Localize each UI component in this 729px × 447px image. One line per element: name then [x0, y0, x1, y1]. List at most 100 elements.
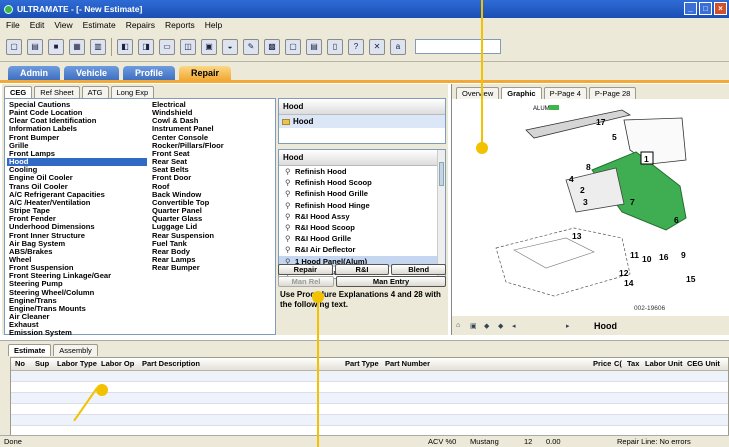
print-graphic-icon[interactable]: ▣ [470, 322, 478, 330]
subtab-long-exp[interactable]: Long Exp [110, 86, 155, 98]
category-item[interactable]: Roof [150, 183, 275, 191]
col-part-description[interactable]: Part Description [142, 358, 200, 370]
callout-number[interactable]: 15 [686, 274, 696, 284]
callout-number[interactable]: 4 [569, 174, 574, 184]
callout-number[interactable]: 12 [619, 268, 629, 278]
callout-number[interactable]: 11 [630, 250, 639, 260]
col-ceg-unit[interactable]: CEG Unit [687, 358, 720, 370]
table-row[interactable] [11, 404, 728, 415]
category-item[interactable]: Cowl & Dash [150, 117, 275, 125]
zoom-in-icon[interactable]: ◆ [484, 322, 492, 330]
tab-profile[interactable]: Profile [123, 66, 176, 80]
operation-item[interactable]: ⚲ R&I Hood Grille [279, 233, 445, 244]
category-item[interactable]: Grille [7, 142, 147, 150]
tab-assembly[interactable]: Assembly [53, 344, 98, 356]
category-item[interactable]: Front Fender [7, 215, 147, 223]
help-icon[interactable]: ? [348, 38, 364, 55]
category-item[interactable]: Engine Oil Cooler [7, 174, 147, 182]
category-item[interactable]: Fuel Tank [150, 240, 275, 248]
callout-number[interactable]: 7 [630, 197, 635, 207]
category-item[interactable]: Rear Bumper [150, 264, 275, 272]
category-item[interactable]: Rear Body [150, 248, 275, 256]
calculator-icon[interactable]: ▩ [264, 38, 280, 55]
col-tax[interactable]: Tax [627, 358, 639, 370]
tab-vehicle[interactable]: Vehicle [64, 66, 120, 80]
col-no[interactable]: No [15, 358, 25, 370]
category-item[interactable]: Clear Coat Identification [7, 117, 147, 125]
category-item[interactable]: Air Bag System [7, 240, 147, 248]
toolbar-input[interactable] [415, 39, 501, 54]
col-labor-op[interactable]: Labor Op [101, 358, 134, 370]
callout-number[interactable]: 8 [586, 162, 591, 172]
category-item[interactable]: Exhaust [7, 321, 147, 329]
menu-reports[interactable]: Reports [165, 20, 195, 30]
category-item[interactable]: Luggage Lid [150, 223, 275, 231]
category-item[interactable]: Trans Oil Cooler [7, 183, 147, 191]
category-item[interactable]: Front Suspension [7, 264, 147, 272]
callout-number[interactable]: 2 [580, 185, 585, 195]
category-item[interactable]: Seat Belts [150, 166, 275, 174]
category-item[interactable]: Stripe Tape [7, 207, 147, 215]
next-icon[interactable]: ▸ [566, 322, 574, 330]
table-row[interactable] [11, 371, 728, 382]
col-part-type[interactable]: Part Type [345, 358, 379, 370]
save-icon[interactable]: ■ [48, 38, 64, 55]
tab-repair[interactable]: Repair [179, 66, 232, 80]
repair-button[interactable]: Repair [278, 264, 333, 275]
col-labor-unit[interactable]: Labor Unit [645, 358, 683, 370]
category-item[interactable]: Information Labels [7, 125, 147, 133]
category-item[interactable]: A/C Refrigerant Capacities [7, 191, 147, 199]
category-item[interactable]: Engine/Trans Mounts [7, 305, 147, 313]
ri-button[interactable]: R&I [334, 264, 390, 275]
split-icon[interactable]: ◫ [180, 38, 196, 55]
tools-icon[interactable]: ✕ [369, 38, 385, 55]
category-item[interactable]: Quarter Panel [150, 207, 275, 215]
callout-number[interactable]: 9 [681, 250, 686, 260]
tab-graphic[interactable]: Graphic [501, 87, 542, 99]
subtab-ref-sheet[interactable]: Ref Sheet [34, 86, 80, 98]
category-item[interactable]: Center Console [150, 134, 275, 142]
man-entry-button[interactable]: Man Entry [336, 276, 446, 287]
category-item[interactable]: Front Door [150, 174, 275, 182]
hood-folder-item[interactable]: Hood [279, 115, 445, 128]
operation-item[interactable]: ⚲ R&I Hood Assy [279, 211, 445, 222]
table-row[interactable] [11, 415, 728, 426]
man-rel-button[interactable]: Man Rel [278, 276, 334, 287]
operation-item[interactable]: ⚲ Refinish Hood [279, 166, 445, 177]
category-item[interactable]: Emission System [7, 329, 147, 337]
operations-scrollbar[interactable] [437, 150, 445, 278]
document-icon[interactable]: ▯ [327, 38, 343, 55]
category-item[interactable]: Rear Lamps [150, 256, 275, 264]
category-item[interactable]: ABS/Brakes [7, 248, 147, 256]
preview-icon[interactable]: ▥ [90, 38, 106, 55]
category-item[interactable]: Quarter Glass [150, 215, 275, 223]
category-item[interactable]: Steering Wheel/Column [7, 289, 147, 297]
category-item[interactable]: Front Seat [150, 150, 275, 158]
callout-number[interactable]: 6 [674, 215, 679, 225]
operation-item[interactable]: ⚲ Refinish Hood Grille [279, 188, 445, 199]
book2-icon[interactable]: ◨ [138, 38, 154, 55]
col-c[interactable]: C( [614, 358, 622, 370]
category-item[interactable]: Underhood Dimensions [7, 223, 147, 231]
window-icon[interactable]: ▣ [201, 38, 217, 55]
callout-number[interactable]: 16 [659, 252, 669, 262]
paint-icon[interactable]: ✎ [243, 38, 259, 55]
car-icon[interactable]: ◒ [222, 38, 238, 55]
operation-item[interactable]: ⚲ Refinish Hood Scoop [279, 177, 445, 188]
report-icon[interactable]: ▤ [306, 38, 322, 55]
category-item[interactable]: Front Inner Structure [7, 232, 147, 240]
callout-number[interactable]: 13 [572, 231, 582, 241]
table-row[interactable] [11, 393, 728, 404]
operation-item[interactable]: ⚲ R&I Hood Scoop [279, 222, 445, 233]
callout-number[interactable]: 1 [644, 154, 649, 164]
category-item[interactable]: Convertible Top [150, 199, 275, 207]
book-icon[interactable]: ◧ [117, 38, 133, 55]
layout-icon[interactable]: ▭ [159, 38, 175, 55]
col-sup[interactable]: Sup [35, 358, 49, 370]
menu-help[interactable]: Help [205, 20, 222, 30]
category-item[interactable]: Back Window [150, 191, 275, 199]
menu-estimate[interactable]: Estimate [83, 20, 116, 30]
category-item[interactable]: Electrical [150, 101, 275, 109]
category-item[interactable]: Front Steering Linkage/Gear [7, 272, 147, 280]
monitor-icon[interactable]: ▢ [285, 38, 301, 55]
